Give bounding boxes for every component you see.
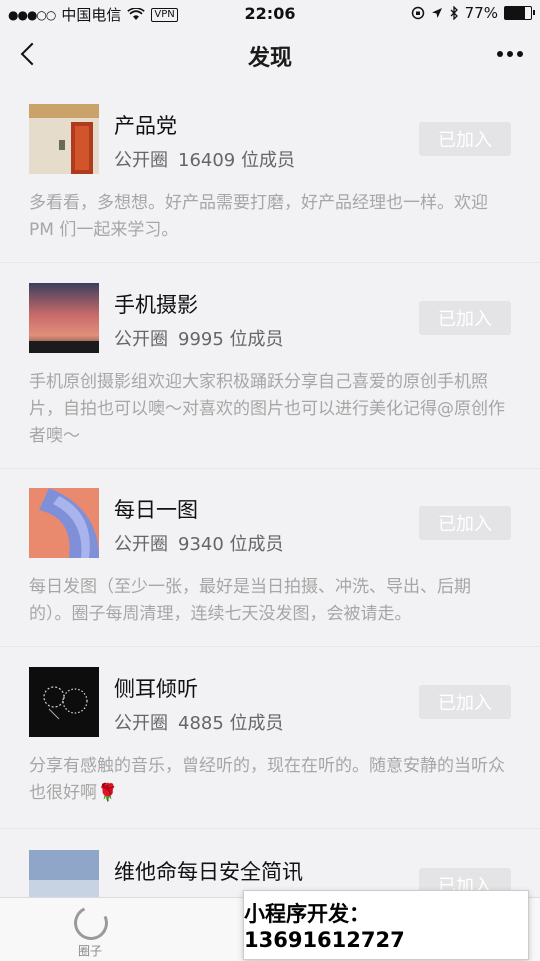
divider bbox=[0, 646, 540, 647]
battery-fill bbox=[505, 7, 526, 19]
group-description: 手机原创摄影组欢迎大家积极踊跃分享自己喜爱的原创手机照片，自拍也可以噢～对喜欢的… bbox=[29, 372, 505, 446]
group-members: 9340 位成员 bbox=[178, 534, 284, 555]
more-dot bbox=[497, 51, 503, 57]
joined-button[interactable]: 已加入 bbox=[419, 506, 511, 540]
joined-button[interactable]: 已加入 bbox=[419, 685, 511, 719]
group-thumbnail bbox=[29, 667, 99, 737]
group-name: 产品党 bbox=[114, 114, 177, 138]
group-meta: 公开圈 9340 位成员 bbox=[114, 530, 284, 556]
group-thumbnail bbox=[29, 283, 99, 353]
joined-button[interactable]: 已加入 bbox=[419, 301, 511, 335]
group-type: 公开圈 bbox=[114, 713, 168, 734]
divider bbox=[0, 468, 540, 469]
group-name: 每日一图 bbox=[114, 498, 198, 522]
group-members: 16409 位成员 bbox=[178, 150, 295, 171]
battery-percent: 77% bbox=[464, 4, 498, 22]
promo-overlay: 小程序开发：13691612727 bbox=[243, 890, 529, 960]
group-type: 公开圈 bbox=[114, 534, 168, 555]
page-title: 发现 bbox=[247, 46, 292, 71]
battery-icon bbox=[504, 6, 535, 20]
group-members: 4885 位成员 bbox=[178, 713, 284, 734]
location-arrow-icon bbox=[431, 8, 442, 18]
nav-bar: 发现 bbox=[0, 28, 540, 84]
group-type: 公开圈 bbox=[114, 329, 168, 350]
tab-circles[interactable]: 圈子 bbox=[30, 898, 150, 961]
joined-button[interactable]: 已加入 bbox=[419, 122, 511, 156]
group-thumbnail bbox=[29, 104, 99, 174]
group-name: 维他命每日安全简讯 bbox=[114, 860, 303, 884]
more-dot bbox=[517, 51, 523, 57]
group-name: 手机摄影 bbox=[114, 293, 198, 317]
divider bbox=[0, 262, 540, 263]
group-type: 公开圈 bbox=[114, 150, 168, 171]
more-button[interactable] bbox=[492, 42, 528, 66]
tab-label: 圈子 bbox=[77, 944, 102, 958]
more-dot bbox=[507, 51, 513, 57]
group-description: 多看看，多想想。好产品需要打磨，好产品经理也一样。欢迎 PM 们一起来学习。 bbox=[29, 193, 488, 240]
bluetooth-icon bbox=[450, 6, 458, 20]
status-bar: ●●●○○ 中国电信 VPN 22:06 77% bbox=[0, 0, 540, 28]
group-meta: 公开圈 4885 位成员 bbox=[114, 709, 284, 735]
group-meta: 公开圈 16409 位成员 bbox=[114, 146, 295, 172]
group-description: 每日发图（至少一张，最好是当日拍摄、冲洗、导出、后期的）。圈子每周清理，连续七天… bbox=[29, 577, 471, 624]
status-right: 77% bbox=[411, 4, 535, 22]
group-members: 9995 位成员 bbox=[178, 329, 284, 350]
group-description: 分享有感触的音乐，曾经听的，现在在听的。随意安静的当听众也很好啊🌹 bbox=[29, 756, 505, 803]
group-thumbnail bbox=[29, 488, 99, 558]
divider bbox=[0, 828, 540, 829]
group-meta: 公开圈 9995 位成员 bbox=[114, 325, 284, 351]
group-name: 侧耳倾听 bbox=[114, 677, 198, 701]
orientation-lock-icon bbox=[411, 6, 424, 20]
circle-refresh-icon bbox=[69, 901, 113, 945]
